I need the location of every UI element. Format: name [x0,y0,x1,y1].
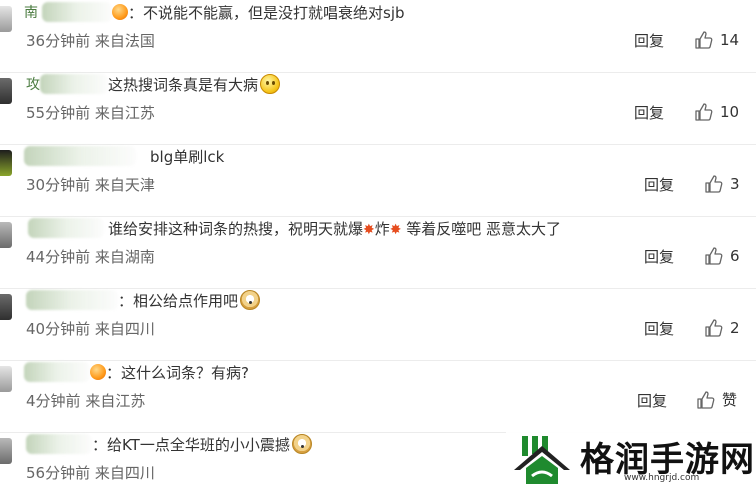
comment-location: 来自四川 [94,464,155,482]
watermark-url: www.hngrjd.com [624,473,700,483]
explosion-emoji-icon: ✸ [389,222,402,238]
avatar[interactable] [0,366,12,392]
comment-location: 来自江苏 [85,392,146,410]
reply-button[interactable]: 回复 [644,175,674,195]
name-blur [26,434,92,454]
like-count: 14 [720,31,740,49]
name-blur [24,146,136,166]
like-count: 10 [720,103,740,121]
vip-badge-icon [112,4,128,20]
comment-meta: 40分钟前 来自四川 [26,319,155,339]
thumbs-up-icon [705,247,723,265]
comment-location: 来自四川 [94,320,155,338]
comment-item: blg单刷lck 30分钟前 来自天津 回复 3 [0,144,756,217]
like-button[interactable]: 赞 [696,388,737,412]
comment-time: 56分钟前 [26,464,91,482]
comment-item: 攻 这热搜词条真是有大病 55分钟前 来自江苏 回复 10 [0,72,756,145]
comment-text: 这热搜词条真是有大病 [108,74,281,96]
thumbs-up-icon [697,391,715,409]
comment-time: 36分钟前 [26,32,91,50]
doge-emoji-icon [240,290,261,310]
comment-text: 谁给安排这种词条的热搜，祝明天就爆✸炸✸ 等着反噬吧 恶意太大了 [108,218,561,240]
like-count: 3 [730,175,740,193]
comment-time: 4分钟前 [26,392,81,410]
name-blur [26,290,118,310]
doge-emoji-icon [291,434,312,454]
commenter-name[interactable]: 攻 [26,76,40,94]
name-blur [28,218,104,238]
comment-meta: 30分钟前 来自天津 [26,175,155,195]
like-button[interactable]: 6 [704,244,740,268]
vip-badge-icon [90,364,106,380]
commenter-name[interactable]: 南 [24,4,38,22]
like-button[interactable]: 10 [694,100,739,124]
comment-item: 南 ：不说能不能赢，但是没打就唱衰绝对sjb 36分钟前 来自法国 回复 14 [0,0,756,73]
comment-text: ：不说能不能赢，但是没打就唱衰绝对sjb [112,2,405,24]
thumbs-up-icon [695,103,713,121]
site-watermark: 格润手游网 www.hngrjd.com [506,429,756,491]
avatar[interactable] [0,78,12,104]
like-count: 赞 [722,391,738,409]
comment-time: 40分钟前 [26,320,91,338]
comment-text: ：给KT一点全华班的小小震撼 [92,434,312,456]
name-blur [24,362,90,382]
comment-meta: 55分钟前 来自江苏 [26,103,155,123]
comment-item: ：相公给点作用吧 40分钟前 来自四川 回复 2 [0,288,756,361]
reply-button[interactable]: 回复 [634,103,664,123]
comment-text: ：相公给点作用吧 [118,290,261,312]
house-logo-icon [510,432,574,488]
reply-button[interactable]: 回复 [634,31,664,51]
like-count: 2 [730,319,740,337]
thumbs-up-icon [695,31,713,49]
comment-time: 55分钟前 [26,104,91,122]
comment-meta: 4分钟前 来自江苏 [26,391,145,411]
avatar[interactable] [0,150,12,176]
comment-item: ：这什么词条？有病? 4分钟前 来自江苏 回复 赞 [0,360,756,433]
like-button[interactable]: 3 [704,172,740,196]
like-button[interactable]: 14 [694,28,739,52]
smile-emoji-icon [260,74,281,94]
comment-text: blg单刷lck [150,148,225,166]
comment-location: 来自江苏 [94,104,155,122]
name-blur [40,74,108,94]
reply-button[interactable]: 回复 [637,391,667,411]
comment-time: 44分钟前 [26,248,91,266]
comment-time: 30分钟前 [26,176,91,194]
reply-button[interactable]: 回复 [644,319,674,339]
comment-location: 来自法国 [94,32,155,50]
avatar[interactable] [0,6,12,32]
comment-text: ：这什么词条？有病? [90,362,249,384]
like-count: 6 [730,247,740,265]
thumbs-up-icon [705,175,723,193]
explosion-emoji-icon: ✸ [363,222,375,238]
avatar[interactable] [0,438,12,464]
name-blur [42,2,112,22]
thumbs-up-icon [705,319,723,337]
comment-location: 来自天津 [94,176,155,194]
comment-meta: 56分钟前 来自四川 [26,463,155,483]
comment-location: 来自湖南 [94,248,155,266]
comment-meta: 36分钟前 来自法国 [26,31,155,51]
avatar[interactable] [0,294,12,320]
avatar[interactable] [0,222,12,248]
reply-button[interactable]: 回复 [644,247,674,267]
like-button[interactable]: 2 [704,316,740,340]
comment-item: 谁给安排这种词条的热搜，祝明天就爆✸炸✸ 等着反噬吧 恶意太大了 44分钟前 来… [0,216,756,289]
comment-meta: 44分钟前 来自湖南 [26,247,155,267]
